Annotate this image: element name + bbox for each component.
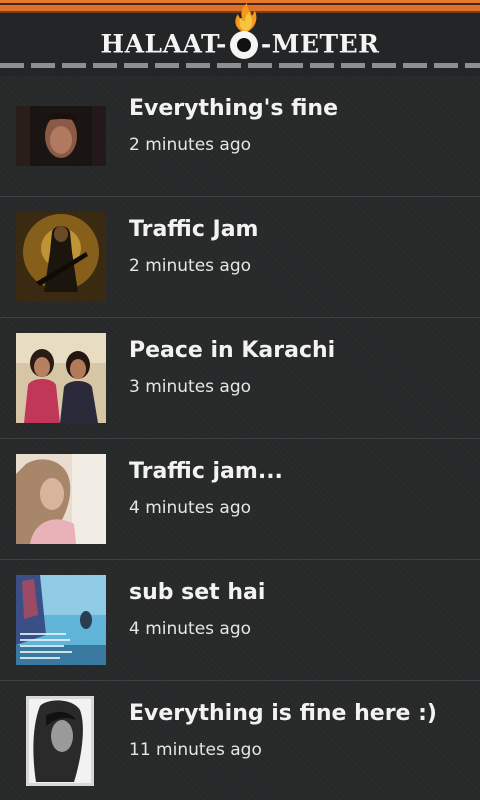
fire-meter-icon — [228, 2, 260, 61]
item-timestamp: 3 minutes ago — [129, 377, 252, 397]
man-portrait-photo — [16, 106, 106, 166]
armed-figure-poster — [16, 212, 106, 302]
item-title: sub set hai — [129, 580, 266, 605]
item-title: Traffic Jam — [129, 217, 259, 242]
item-title: Everything is fine here :) — [129, 701, 437, 726]
list-item[interactable]: Everything is fine here :) 11 minutes ag… — [0, 681, 480, 800]
item-timestamp: 11 minutes ago — [129, 740, 262, 760]
app-logo: HALAAT- -METER — [0, 2, 480, 62]
app-screen: HALAAT- -METER Everything's fine 2 minute… — [0, 0, 480, 800]
logo-text-right: -METER — [260, 29, 380, 59]
blue-sky-quote-image — [16, 575, 106, 665]
list-item[interactable]: Traffic Jam 2 minutes ago — [0, 197, 480, 318]
item-timestamp: 4 minutes ago — [129, 498, 252, 518]
two-women-photo — [16, 333, 106, 423]
item-title: Everything's fine — [129, 96, 338, 121]
bw-sketch-portrait — [26, 696, 94, 786]
item-timestamp: 2 minutes ago — [129, 256, 252, 276]
list-item[interactable]: sub set hai 4 minutes ago — [0, 560, 480, 681]
list-item[interactable]: Traffic jam... 4 minutes ago — [0, 439, 480, 560]
item-timestamp: 2 minutes ago — [129, 135, 252, 155]
woman-soft-focus-photo — [16, 454, 106, 544]
app-header: HALAAT- -METER — [0, 0, 480, 76]
list-item[interactable]: Everything's fine 2 minutes ago — [0, 76, 480, 197]
logo-text-left: HALAAT- — [100, 29, 227, 59]
item-title: Peace in Karachi — [129, 338, 336, 363]
status-feed-list[interactable]: Everything's fine 2 minutes ago Traffic … — [0, 76, 480, 800]
header-dashed-divider — [0, 63, 480, 68]
list-item[interactable]: Peace in Karachi 3 minutes ago — [0, 318, 480, 439]
item-timestamp: 4 minutes ago — [129, 619, 252, 639]
item-title: Traffic jam... — [129, 459, 283, 484]
